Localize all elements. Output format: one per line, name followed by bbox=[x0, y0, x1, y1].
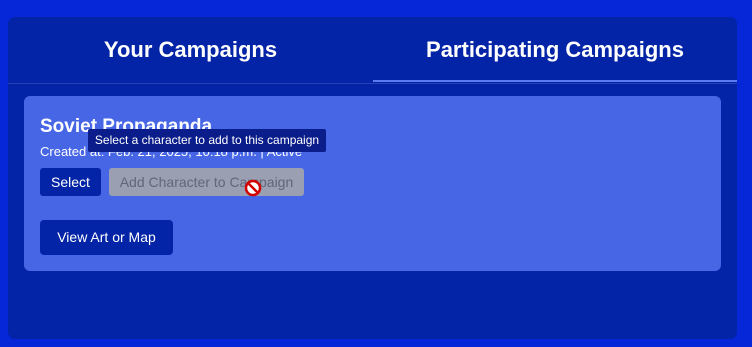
add-character-button[interactable]: Add Character to Campaign bbox=[109, 168, 304, 196]
campaign-card: Soviet Propaganda Created at: Feb. 21, 2… bbox=[24, 96, 721, 271]
campaign-tabs: Your Campaigns Participating Campaigns bbox=[8, 17, 737, 84]
tab-participating-campaigns[interactable]: Participating Campaigns bbox=[373, 17, 737, 83]
not-allowed-cursor-icon bbox=[244, 179, 262, 197]
active-tab-indicator bbox=[373, 80, 737, 82]
tab-your-campaigns[interactable]: Your Campaigns bbox=[8, 17, 373, 83]
select-button[interactable]: Select bbox=[40, 168, 101, 196]
campaigns-panel: Your Campaigns Participating Campaigns S… bbox=[8, 17, 737, 339]
view-art-or-map-button[interactable]: View Art or Map bbox=[40, 220, 173, 255]
add-character-tooltip: Select a character to add to this campai… bbox=[88, 129, 326, 152]
